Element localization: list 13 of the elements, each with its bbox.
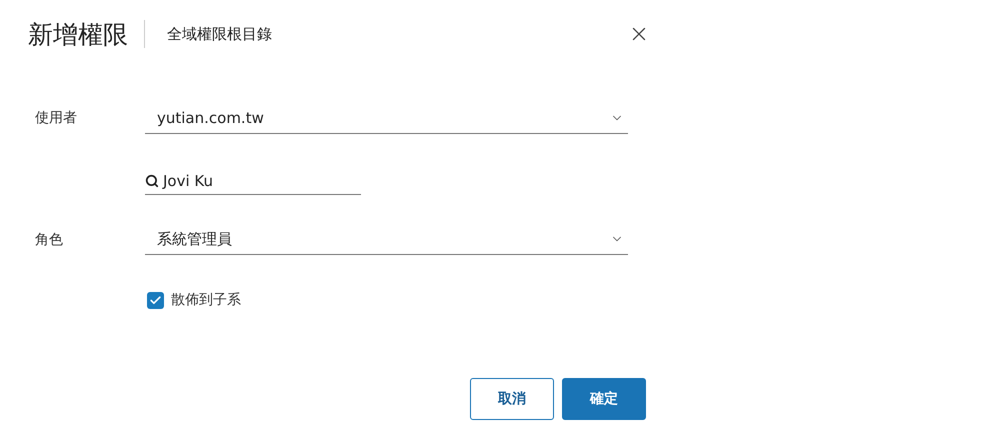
field-label: 使用者: [35, 109, 78, 127]
field-label: 角色: [35, 230, 64, 248]
checkbox[interactable]: [147, 292, 164, 308]
search-field[interactable]: Jovi Ku: [145, 167, 361, 195]
search-icon: [145, 174, 159, 188]
confirm-button[interactable]: 確定: [562, 378, 646, 420]
select-field[interactable]: 系統管理員: [145, 224, 628, 255]
dialog-title: 新增權限: [28, 18, 128, 50]
checkbox-label: 散佈到子系: [171, 291, 241, 309]
check-icon: [149, 294, 162, 306]
cancel-button[interactable]: 取消: [470, 378, 554, 420]
dialog-subtitle: 全域權限根目錄: [167, 24, 272, 44]
select-field[interactable]: yutian.com.tw: [145, 102, 628, 134]
